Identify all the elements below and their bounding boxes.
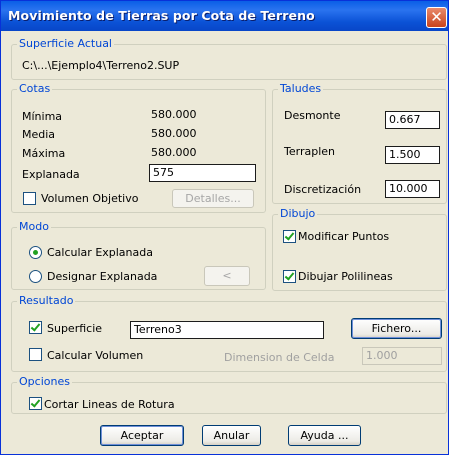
window-title: Movimiento de Tierras por Cota de Terren… xyxy=(8,8,315,23)
pick-point-button[interactable]: < xyxy=(204,266,250,286)
terraplen-label: Terraplen xyxy=(284,145,335,158)
group-legend: Taludes xyxy=(278,82,324,96)
volumen-objetivo-label: Volumen Objetivo xyxy=(41,192,139,205)
aceptar-button[interactable]: Aceptar xyxy=(100,425,184,446)
dialog-window: Movimiento de Tierras por Cota de Terren… xyxy=(0,0,449,455)
calcular-volumen-label: Calcular Volumen xyxy=(47,349,144,362)
group-legend: Dibujo xyxy=(278,207,318,221)
anular-button[interactable]: Anular xyxy=(202,425,261,446)
group-modo: Modo Calcular Explanada Designar Explana… xyxy=(11,220,266,290)
designar-explanada-radio[interactable] xyxy=(29,270,42,283)
maxima-label: Máxima xyxy=(22,147,66,160)
calcular-explanada-label: Calcular Explanada xyxy=(47,246,153,259)
dibujar-polilineas-label: Dibujar Polilineas xyxy=(298,270,393,283)
calcular-explanada-radio[interactable] xyxy=(29,246,42,259)
group-cotas: Cotas Mínima 580.000 Media 580.000 Máxim… xyxy=(11,82,266,213)
desmonte-input[interactable]: 0.667 xyxy=(385,111,440,129)
cortar-lineas-label: Cortar Lineas de Rotura xyxy=(44,398,175,411)
media-label: Media xyxy=(22,128,56,141)
modificar-puntos-checkbox[interactable] xyxy=(283,230,296,243)
modificar-puntos-label: Modificar Puntos xyxy=(298,230,390,243)
title-bar[interactable]: Movimiento de Tierras por Cota de Terren… xyxy=(1,1,448,31)
dimension-celda-input[interactable]: 1.000 xyxy=(362,347,442,365)
dimension-celda-label: Dimension de Celda xyxy=(224,351,335,364)
group-legend: Resultado xyxy=(17,294,76,308)
explanada-label: Explanada xyxy=(22,168,80,181)
superficie-name-input[interactable]: Terreno3 xyxy=(130,321,324,339)
group-opciones: Opciones Cortar Lineas de Rotura xyxy=(11,375,447,414)
designar-explanada-label: Designar Explanada xyxy=(47,270,158,283)
surface-path: C:\...\Ejemplo4\Terreno2.SUP xyxy=(22,59,180,72)
minima-value: 580.000 xyxy=(151,108,197,121)
group-legend: Opciones xyxy=(17,375,72,389)
superficie-checkbox[interactable] xyxy=(29,321,42,334)
minima-label: Mínima xyxy=(22,110,63,123)
discretizacion-input[interactable]: 10.000 xyxy=(385,180,440,198)
detalles-button[interactable]: Detalles... xyxy=(172,189,254,208)
superficie-label: Superficie xyxy=(47,322,103,335)
maxima-value: 580.000 xyxy=(151,146,197,159)
fichero-button[interactable]: Fichero... xyxy=(351,318,442,339)
group-resultado: Resultado Superficie Terreno3 Fichero...… xyxy=(11,294,447,372)
group-legend: Modo xyxy=(17,220,51,234)
close-icon: ✕ xyxy=(430,8,443,26)
group-taludes: Taludes Desmonte 0.667 Terraplen 1.500 D… xyxy=(272,82,447,204)
group-superficie-actual: Superficie Actual C:\...\Ejemplo4\Terren… xyxy=(11,37,447,80)
cortar-lineas-checkbox[interactable] xyxy=(29,397,42,410)
calcular-volumen-checkbox[interactable] xyxy=(29,348,42,361)
volumen-objetivo-checkbox[interactable] xyxy=(23,192,36,205)
discretizacion-label: Discretización xyxy=(284,183,362,196)
terraplen-input[interactable]: 1.500 xyxy=(385,146,440,164)
group-dibujo: Dibujo Modificar Puntos Dibujar Poliline… xyxy=(272,207,447,291)
explanada-input[interactable]: 575 xyxy=(149,164,256,182)
desmonte-label: Desmonte xyxy=(284,109,341,122)
ayuda-button[interactable]: Ayuda ... xyxy=(288,425,361,446)
group-legend: Cotas xyxy=(17,82,53,96)
dibujar-polilineas-checkbox[interactable] xyxy=(283,270,296,283)
close-button[interactable]: ✕ xyxy=(426,7,447,28)
group-legend: Superficie Actual xyxy=(17,37,114,51)
media-value: 580.000 xyxy=(151,127,197,140)
